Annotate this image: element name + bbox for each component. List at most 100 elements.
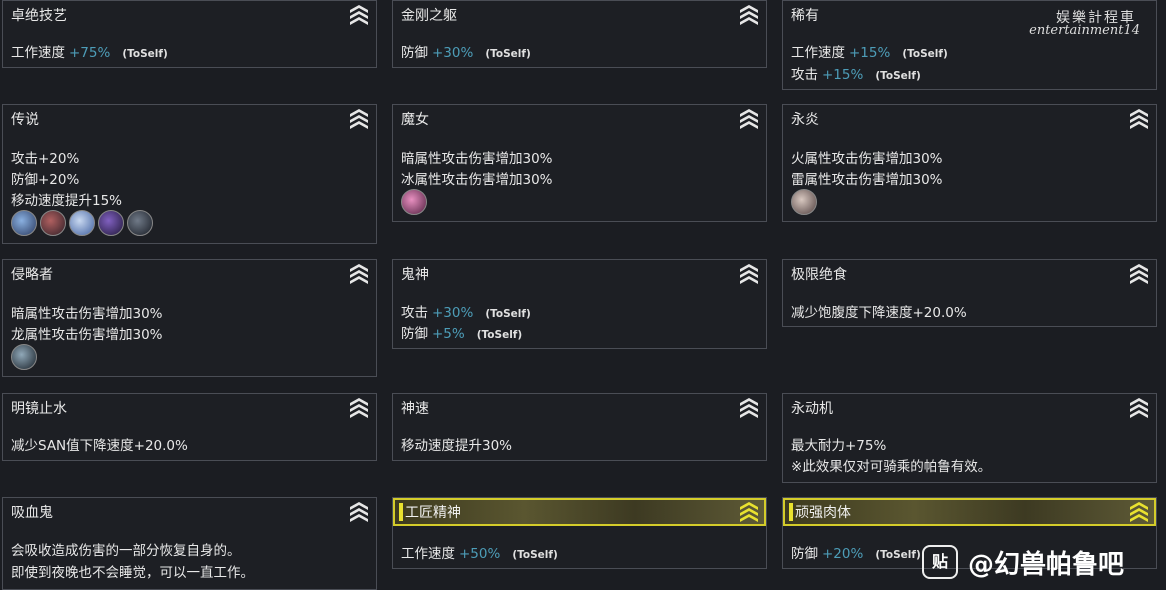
skill-effect-line: 移动速度提升30% xyxy=(401,438,513,454)
skill-effect-line: 雷属性攻击伤害增加30% xyxy=(791,172,943,188)
effect-label: 攻击 xyxy=(791,67,818,83)
skill-title: 传说 xyxy=(11,112,39,128)
pal-icon-list xyxy=(11,210,153,236)
effect-value: +75% xyxy=(69,45,111,61)
skill-title: 卓绝技艺 xyxy=(11,8,67,24)
effect-value: +30% xyxy=(432,305,474,321)
skill-card-zhuojuejiyi[interactable]: 卓绝技艺 工作速度 +75% (ToSelf) xyxy=(2,0,377,68)
skill-title: 极限绝食 xyxy=(791,267,847,283)
rank-chevron-icon xyxy=(1130,264,1148,284)
skill-title: 工匠精神 xyxy=(405,505,461,521)
pal-icon-list xyxy=(11,344,37,370)
pal-portrait-icon[interactable] xyxy=(11,210,37,236)
effect-value: +20% xyxy=(822,546,864,562)
skill-effect-line: 暗属性攻击伤害增加30% xyxy=(11,306,163,322)
rank-chevron-icon xyxy=(350,398,368,418)
skill-effect-line: 冰属性攻击伤害增加30% xyxy=(401,172,553,188)
pal-portrait-icon[interactable] xyxy=(69,210,95,236)
effect-value: +15% xyxy=(849,45,891,61)
skill-effect-line: 防御 +30% (ToSelf) xyxy=(401,41,531,61)
skill-card-xiyou[interactable]: 稀有 娱樂計程車 entertainment14 工作速度 +15% (ToSelf… xyxy=(782,0,1157,90)
effect-value: +50% xyxy=(459,546,501,562)
skill-effect-line: 减少SAN值下降速度+20.0% xyxy=(11,438,188,454)
accent-bar xyxy=(789,503,793,521)
skill-title: 永动机 xyxy=(791,401,833,417)
skill-card-mingjingzhishui[interactable]: 明镜止水 减少SAN值下降速度+20.0% xyxy=(2,393,377,461)
effect-target: (ToSelf) xyxy=(476,329,523,341)
skill-card-monv[interactable]: 魔女 暗属性攻击伤害增加30% 冰属性攻击伤害增加30% xyxy=(392,104,767,222)
skill-card-xixuegui[interactable]: 吸血鬼 会吸收造成伤害的一部分恢复自身的。 即使到夜晚也不会睡觉，可以一直工作。 xyxy=(2,497,377,590)
pal-portrait-icon[interactable] xyxy=(40,210,66,236)
skill-effect-line: 会吸收造成伤害的一部分恢复自身的。 xyxy=(11,543,241,559)
pal-portrait-icon[interactable] xyxy=(127,210,153,236)
effect-target: (ToSelf) xyxy=(902,48,948,60)
skill-effect-line: 火属性攻击伤害增加30% xyxy=(791,151,943,167)
skill-title: 神速 xyxy=(401,401,429,417)
skill-card-yongdongji[interactable]: 永动机 最大耐力+75% ※此效果仅对可骑乘的帕鲁有效。 xyxy=(782,393,1157,483)
rank-chevron-icon xyxy=(350,502,368,522)
skill-title: 稀有 xyxy=(791,8,819,24)
rank-chevron-icon xyxy=(1130,109,1148,129)
skill-card-shensu[interactable]: 神速 移动速度提升30% xyxy=(392,393,767,461)
tieba-logo-icon: 贴 xyxy=(922,545,958,579)
skill-effect-line: 最大耐力+75% xyxy=(791,438,887,454)
effect-label: 攻击 xyxy=(401,305,428,321)
skill-effect-line: 攻击+20% xyxy=(11,151,80,167)
skill-title: 永炎 xyxy=(791,112,819,128)
skill-card-chuanshuo[interactable]: 传说 攻击+20% 防御+20% 移动速度提升15% xyxy=(2,104,377,244)
skill-title: 金刚之躯 xyxy=(401,8,457,24)
rank-chevron-icon xyxy=(740,264,758,284)
pal-icon-list xyxy=(791,189,817,215)
skill-title: 魔女 xyxy=(401,112,429,128)
skill-effect-line: 工作速度 +15% (ToSelf) xyxy=(791,41,948,61)
effect-value: +5% xyxy=(432,326,465,342)
effect-label: 防御 xyxy=(791,546,818,562)
skill-card-jingangzhiqu[interactable]: 金刚之躯 防御 +30% (ToSelf) xyxy=(392,0,767,68)
skill-card-yongyan[interactable]: 永炎 火属性攻击伤害增加30% 雷属性攻击伤害增加30% xyxy=(782,104,1157,222)
effect-target: (ToSelf) xyxy=(875,549,921,561)
effect-target: (ToSelf) xyxy=(485,48,531,60)
rank-chevron-icon xyxy=(740,109,758,129)
skill-effect-line: 暗属性攻击伤害增加30% xyxy=(401,151,553,167)
skill-card-jixianjueshi[interactable]: 极限绝食 减少饱腹度下降速度+20.0% xyxy=(782,259,1157,327)
skill-title: 顽强肉体 xyxy=(795,505,851,521)
skill-effect-line: 攻击 +15% (ToSelf) xyxy=(791,63,921,83)
rank-chevron-icon xyxy=(1130,398,1148,418)
effect-target: (ToSelf) xyxy=(875,70,921,82)
rank-chevron-gold-icon xyxy=(1130,502,1148,522)
skill-effect-line: 防御 +5% (ToSelf) xyxy=(401,322,522,342)
effect-value: +15% xyxy=(822,67,864,83)
skill-effect-line: 移动速度提升15% xyxy=(11,193,123,209)
pal-portrait-icon[interactable] xyxy=(98,210,124,236)
skill-effect-line: 工作速度 +75% (ToSelf) xyxy=(11,41,168,61)
skill-effect-line: 减少饱腹度下降速度+20.0% xyxy=(791,305,967,321)
effect-target: (ToSelf) xyxy=(485,308,531,320)
skill-effect-line: 防御 +20% (ToSelf) xyxy=(791,542,921,562)
effect-label: 工作速度 xyxy=(401,546,455,562)
effect-label: 工作速度 xyxy=(11,45,65,61)
pal-icon-list xyxy=(401,189,427,215)
effect-target: (ToSelf) xyxy=(122,48,168,60)
skill-title: 侵略者 xyxy=(11,267,53,283)
rank-chevron-gold-icon xyxy=(740,502,758,522)
skill-effect-line: 即使到夜晚也不会睡觉，可以一直工作。 xyxy=(11,565,254,581)
skill-effect-line: 工作速度 +50% (ToSelf) xyxy=(401,542,558,562)
rank-chevron-icon xyxy=(350,109,368,129)
skill-title: 明镜止水 xyxy=(11,401,67,417)
skill-effect-line: 攻击 +30% (ToSelf) xyxy=(401,301,531,321)
skill-effect-note: ※此效果仅对可骑乘的帕鲁有效。 xyxy=(791,459,992,475)
skill-effect-line: 防御+20% xyxy=(11,172,80,188)
effect-label: 防御 xyxy=(401,326,428,342)
rank-chevron-icon xyxy=(350,264,368,284)
effect-target: (ToSelf) xyxy=(512,549,558,561)
skill-title: 鬼神 xyxy=(401,267,429,283)
pal-portrait-icon[interactable] xyxy=(401,189,427,215)
skill-card-jiangjingshen[interactable]: 工匠精神 工作速度 +50% (ToSelf) xyxy=(392,497,767,569)
watermark-subtext: entertainment14 xyxy=(1029,23,1140,38)
skill-card-guishen[interactable]: 鬼神 攻击 +30% (ToSelf) 防御 +5% (ToSelf) xyxy=(392,259,767,349)
rank-chevron-icon xyxy=(350,5,368,25)
skill-effect-line: 龙属性攻击伤害增加30% xyxy=(11,327,163,343)
pal-portrait-icon[interactable] xyxy=(11,344,37,370)
skill-card-qinluezhe[interactable]: 侵略者 暗属性攻击伤害增加30% 龙属性攻击伤害增加30% xyxy=(2,259,377,377)
pal-portrait-icon[interactable] xyxy=(791,189,817,215)
